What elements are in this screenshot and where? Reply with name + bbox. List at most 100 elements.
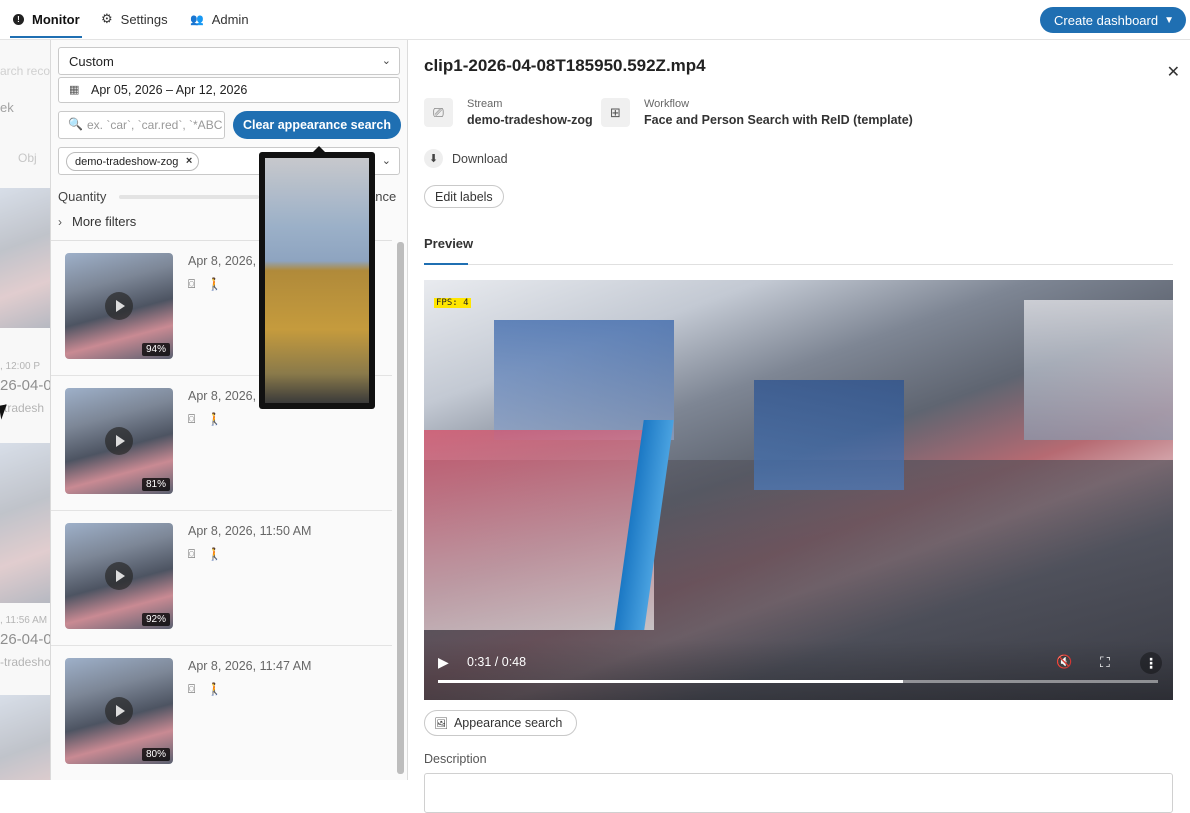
download-button[interactable]: ⬇ Download [424, 149, 508, 168]
search-placeholder: ex. `car`, `car.red`, `*ABC [87, 118, 223, 132]
description-field[interactable] [424, 773, 1173, 813]
confidence-badge: 92% [141, 613, 170, 626]
appearance-search-button[interactable]: 🖼 Appearance search [424, 710, 578, 736]
video-time: 0:31 / 0:48 [467, 655, 527, 669]
close-icon[interactable]: ✕ [1167, 62, 1180, 82]
result-thumbnail[interactable]: 94% [65, 253, 173, 359]
top-nav-bar: ! Monitor ⚙ Settings 👥 Admin Create dash… [0, 0, 1190, 40]
range-select[interactable]: Custom ⌄ [58, 47, 400, 75]
nav-tab-settings-label: Settings [120, 11, 168, 27]
create-dashboard-label: Create dashboard [1054, 12, 1159, 28]
date-range-input[interactable]: ▦ Apr 05, 2026 – Apr 12, 2026 [58, 77, 400, 103]
background-entry-date: 26-04-0 [0, 377, 50, 394]
background-search-placeholder: arch recor [0, 64, 50, 78]
stream-chip: demo-tradeshow-zog × [66, 152, 200, 171]
stream-label: Stream [467, 98, 503, 110]
download-icon: ⬇ [424, 149, 443, 168]
date-range-value: Apr 05, 2026 – Apr 12, 2026 [91, 83, 248, 97]
edit-labels-button[interactable]: Edit labels [424, 185, 504, 208]
face-scan-icon: ⌼ [188, 277, 196, 291]
alert-circle-icon: ! [13, 13, 24, 25]
confidence-badge: 80% [141, 748, 170, 761]
result-time: Apr 8, 2026, 11:47 AM [188, 659, 312, 673]
cast-icon: ⎚ [424, 98, 453, 127]
person-icon: 🚶 [207, 682, 223, 696]
quantity-label: Quantity [58, 189, 107, 204]
results-scrollbar[interactable] [397, 242, 404, 774]
list-item[interactable]: 92% Apr 8, 2026, 11:50 AM ⌼ 🚶 [51, 511, 392, 646]
search-input[interactable]: 🔍 ex. `car`, `car.red`, `*ABC [58, 111, 225, 139]
workflow-label: Workflow [644, 98, 690, 110]
workflow-value[interactable]: Face and Person Search with ReID (templa… [644, 113, 913, 127]
video-progress-fill [438, 680, 904, 683]
nav-tab-monitor-label: Monitor [32, 11, 80, 27]
face-scan-icon: ⌼ [188, 682, 196, 696]
video-frame-booth [1024, 300, 1173, 440]
video-player[interactable]: FPS: 4 ▶ 0:31 / 0:48 🔇 ⛶ ⋮ [424, 280, 1173, 700]
search-panel: Custom ⌄ ▦ Apr 05, 2026 – Apr 12, 2026 🔍… [51, 40, 408, 780]
background-period-select: ek [0, 100, 14, 115]
fullscreen-icon[interactable]: ⛶ [1100, 654, 1110, 671]
gear-icon: ⚙ [101, 11, 113, 26]
nav-tab-admin[interactable]: 👥 Admin [190, 0, 249, 38]
clear-appearance-search-button[interactable]: Clear appearance search [233, 111, 401, 139]
nav-tab-monitor[interactable]: ! Monitor [13, 0, 80, 38]
nav-tab-admin-label: Admin [211, 11, 249, 27]
active-tab-indicator [424, 263, 468, 265]
result-type-icons: ⌼ 🚶 [188, 412, 222, 427]
background-entry-date: 26-04-0 [0, 631, 50, 648]
tab-preview[interactable]: Preview [424, 236, 473, 251]
more-filters-toggle[interactable]: › More filters [58, 214, 136, 229]
play-icon[interactable]: ▶ [438, 654, 449, 671]
video-progress-bar[interactable] [438, 680, 1158, 683]
description-label: Description [424, 752, 487, 766]
users-icon: 👥 [190, 13, 204, 26]
image-icon: 🖼 [434, 717, 448, 730]
background-entry-time: , 11:56 AM [0, 615, 48, 626]
range-select-value: Custom [69, 53, 114, 69]
person-icon: 🚶 [207, 547, 223, 561]
appearance-search-label: Appearance search [453, 716, 563, 730]
fps-badge: FPS: 4 [434, 298, 471, 308]
mute-icon[interactable]: 🔇 [1056, 654, 1072, 670]
list-item[interactable]: 80% Apr 8, 2026, 11:47 AM ⌼ 🚶 [51, 646, 392, 780]
confidence-badge: 94% [141, 343, 170, 356]
nav-tab-settings[interactable]: ⚙ Settings [101, 0, 168, 38]
play-icon [105, 427, 133, 455]
result-type-icons: ⌼ 🚶 [188, 277, 222, 292]
scrollbar-thumb[interactable] [397, 242, 404, 774]
calendar-icon: ▦ [69, 84, 80, 96]
result-thumbnail[interactable]: 81% [65, 388, 173, 494]
background-thumbnail [0, 695, 50, 780]
quantity-slider[interactable] [119, 195, 259, 199]
download-label: Download [452, 151, 508, 166]
more-options-icon[interactable]: ⋮ [1140, 652, 1162, 674]
popover-arrow [313, 146, 325, 152]
result-thumbnail[interactable]: 92% [65, 523, 173, 629]
play-icon [105, 562, 133, 590]
search-icon: 🔍 [68, 117, 83, 131]
background-thumbnail [0, 443, 50, 603]
stream-value[interactable]: demo-tradeshow-zog [467, 113, 593, 127]
more-filters-label: More filters [72, 214, 137, 229]
chevron-down-icon: ⌄ [381, 155, 391, 167]
workflow-icon: ⊞ [601, 98, 630, 127]
background-entry-stream: -tradesho [0, 655, 50, 669]
active-tab-indicator [10, 36, 82, 38]
face-scan-icon: ⌼ [188, 412, 196, 426]
clip-title: clip1-2026-04-08T185950.592Z.mp4 [424, 56, 706, 75]
chevron-right-icon: › [58, 214, 62, 229]
video-controls: ▶ 0:31 / 0:48 🔇 ⛶ ⋮ [424, 640, 1173, 700]
create-dashboard-button[interactable]: Create dashboard ▼ [1040, 7, 1186, 33]
chevron-down-icon: ⌄ [381, 55, 391, 67]
background-entry-time: , 12:00 P [0, 361, 41, 372]
confidence-badge: 81% [141, 478, 170, 491]
tab-divider [424, 264, 1173, 265]
play-icon [105, 697, 133, 725]
result-type-icons: ⌼ 🚶 [188, 682, 222, 697]
background-objects-label: Obj [18, 151, 37, 165]
close-icon[interactable]: × [186, 155, 192, 167]
play-icon [105, 292, 133, 320]
result-thumbnail[interactable]: 80% [65, 658, 173, 764]
person-crop-image [265, 158, 369, 403]
